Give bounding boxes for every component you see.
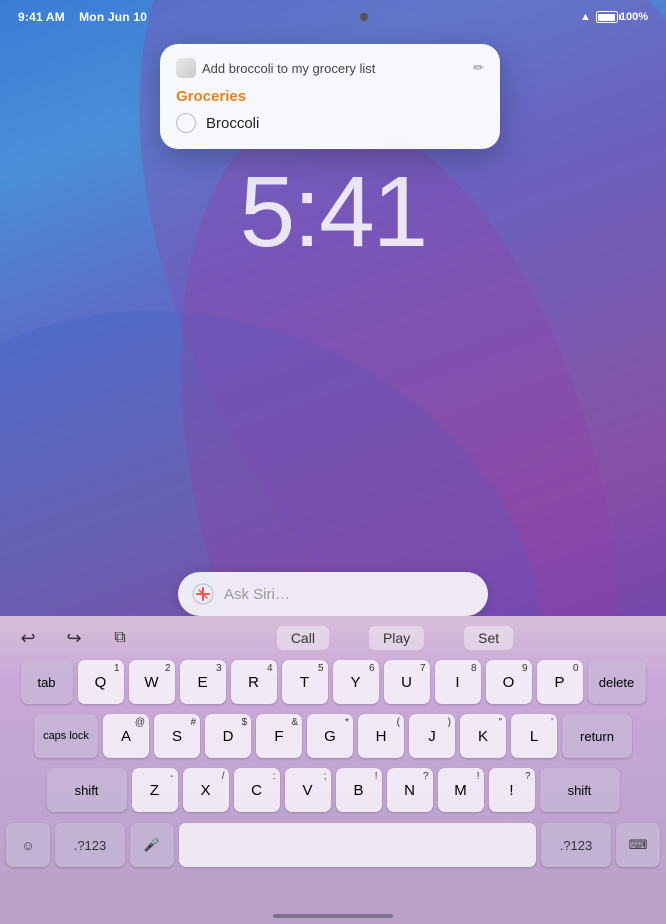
play-button[interactable]: Play xyxy=(369,626,424,650)
key-punct[interactable]: ?! xyxy=(489,768,535,812)
key-row-3: shift -Z /X :C ;V !B ?N !M xyxy=(4,768,662,812)
notification-subtitle: Add broccoli to my grocery list xyxy=(202,61,375,76)
caps-lock-key[interactable]: caps lock xyxy=(34,714,98,758)
keyboard-switch-key[interactable]: ⌨ xyxy=(616,823,660,867)
return-key[interactable]: return xyxy=(562,714,632,758)
spacebar-key[interactable] xyxy=(179,823,536,867)
lock-screen-time: 5:41 xyxy=(0,155,666,270)
status-bar: 9:41 AM Mon Jun 10 ▲ 100% xyxy=(0,0,666,28)
key-I[interactable]: 8I xyxy=(435,660,481,704)
battery-percent: 100% xyxy=(620,11,648,23)
key-D[interactable]: $D xyxy=(205,714,251,758)
notification-title-row: Add broccoli to my grocery list xyxy=(176,58,375,78)
siri-placeholder: Ask Siri… xyxy=(224,586,290,603)
key-M[interactable]: !M xyxy=(438,768,484,812)
battery-fill xyxy=(598,14,615,21)
edit-icon[interactable]: ✏ xyxy=(473,60,484,76)
keyboard: ↩ ↪ ⧉ Call Play Set tab 1Q 2W 3E xyxy=(0,616,666,924)
reminders-app-icon xyxy=(176,58,196,78)
key-S[interactable]: #S xyxy=(154,714,200,758)
call-button[interactable]: Call xyxy=(277,626,329,650)
key-G[interactable]: *G xyxy=(307,714,353,758)
mic-key[interactable]: 🎤 xyxy=(130,823,174,867)
key-rows: tab 1Q 2W 3E 4R 5T 6Y 7U xyxy=(0,660,666,812)
siri-bar[interactable]: Ask Siri… xyxy=(178,572,488,616)
key-U[interactable]: 7U xyxy=(384,660,430,704)
key-N[interactable]: ?N xyxy=(387,768,433,812)
battery-body xyxy=(596,11,618,23)
toolbar-left: ↩ ↪ ⧉ xyxy=(12,622,136,654)
shift-right-key[interactable]: shift xyxy=(540,768,620,812)
date-text: Mon Jun 10 xyxy=(79,10,147,24)
status-icons: ▲ 100% xyxy=(580,11,648,23)
key-W[interactable]: 2W xyxy=(129,660,175,704)
wifi-icon: ▲ xyxy=(580,11,591,23)
time-text: 9:41 AM xyxy=(18,10,65,24)
notification-card[interactable]: Add broccoli to my grocery list ✏ Grocer… xyxy=(160,44,500,149)
key-P[interactable]: 0P xyxy=(537,660,583,704)
home-indicator xyxy=(273,914,393,918)
key-R[interactable]: 4R xyxy=(231,660,277,704)
toolbar-actions: Call Play Set xyxy=(136,626,654,650)
copy-button[interactable]: ⧉ xyxy=(104,622,136,654)
item-label: Broccoli xyxy=(206,115,259,132)
list-title: Groceries xyxy=(176,88,484,105)
camera-dot xyxy=(360,13,368,21)
key-O[interactable]: 9O xyxy=(486,660,532,704)
tab-key[interactable]: tab xyxy=(21,660,73,704)
key-row-1: tab 1Q 2W 3E 4R 5T 6Y 7U xyxy=(4,660,662,704)
key-T[interactable]: 5T xyxy=(282,660,328,704)
undo-button[interactable]: ↩ xyxy=(12,622,44,654)
numbers-right-key[interactable]: .?123 xyxy=(541,823,611,867)
redo-button[interactable]: ↪ xyxy=(58,622,90,654)
status-time: 9:41 AM Mon Jun 10 xyxy=(18,10,147,24)
key-V[interactable]: ;V xyxy=(285,768,331,812)
notification-item[interactable]: Broccoli xyxy=(176,113,484,133)
key-J[interactable]: )J xyxy=(409,714,455,758)
key-Z[interactable]: -Z xyxy=(132,768,178,812)
key-row-2: caps lock @A #S $D &F *G (H )J xyxy=(4,714,662,758)
key-C[interactable]: :C xyxy=(234,768,280,812)
key-L[interactable]: 'L xyxy=(511,714,557,758)
emoji-key[interactable]: ☺ xyxy=(6,823,50,867)
key-K[interactable]: "K xyxy=(460,714,506,758)
key-F[interactable]: &F xyxy=(256,714,302,758)
notification-header: Add broccoli to my grocery list ✏ xyxy=(176,58,484,78)
key-E[interactable]: 3E xyxy=(180,660,226,704)
keyboard-toolbar: ↩ ↪ ⧉ Call Play Set xyxy=(0,616,666,660)
key-H[interactable]: (H xyxy=(358,714,404,758)
delete-key[interactable]: delete xyxy=(588,660,646,704)
key-X[interactable]: /X xyxy=(183,768,229,812)
shift-left-key[interactable]: shift xyxy=(47,768,127,812)
key-B[interactable]: !B xyxy=(336,768,382,812)
key-Q[interactable]: 1Q xyxy=(78,660,124,704)
item-checkbox[interactable] xyxy=(176,113,196,133)
numbers-left-key[interactable]: .?123 xyxy=(55,823,125,867)
set-button[interactable]: Set xyxy=(464,626,513,650)
key-Y[interactable]: 6Y xyxy=(333,660,379,704)
battery-indicator: 100% xyxy=(596,11,648,23)
keyboard-bottom-row: ☺ .?123 🎤 .?123 ⌨ xyxy=(0,822,666,868)
key-A[interactable]: @A xyxy=(103,714,149,758)
siri-icon xyxy=(192,583,214,605)
